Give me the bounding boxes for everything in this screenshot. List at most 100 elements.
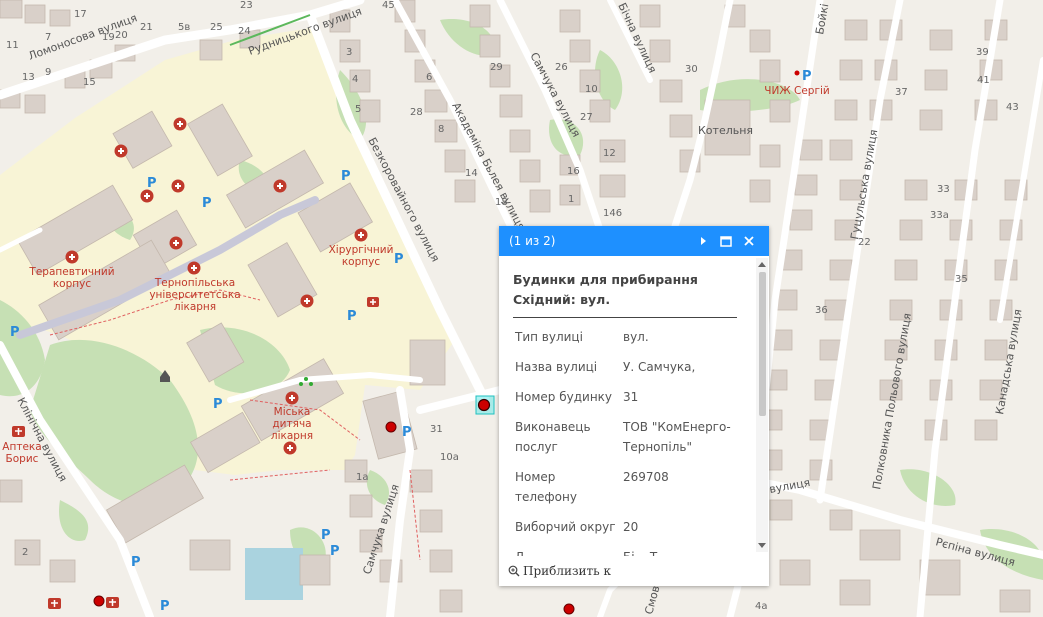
parking-icon: P bbox=[147, 176, 157, 191]
house-number: 1a bbox=[356, 472, 369, 483]
scroll-up-icon[interactable] bbox=[758, 262, 766, 267]
popup-title: Будинки для прибирання Східний: вул. bbox=[513, 270, 737, 318]
house-number: 20 bbox=[115, 30, 128, 41]
house-number: 45 bbox=[382, 0, 395, 11]
place-label: дитяча bbox=[272, 418, 311, 430]
parking-icon: P bbox=[10, 325, 20, 340]
house-number: 17 bbox=[74, 9, 87, 20]
attribute-key: Виконавець послуг bbox=[515, 420, 591, 454]
attribute-row: Д... Бі... Т... bbox=[513, 542, 737, 556]
house-number: 33a bbox=[930, 210, 949, 221]
feature-popup: (1 из 2) Будинки для прибирання Східний:… bbox=[499, 226, 769, 586]
house-number: 19 bbox=[102, 32, 115, 43]
place-label: Котельня bbox=[698, 124, 753, 137]
house-number: 21 bbox=[140, 22, 153, 33]
house-number: 31 bbox=[430, 424, 443, 435]
parking-icon: P bbox=[802, 69, 812, 84]
popup-content: Будинки для прибирання Східний: вул. Тип… bbox=[513, 270, 737, 556]
attribute-row: Назва вулиці У. Самчука, bbox=[513, 352, 737, 382]
house-number: 11 bbox=[6, 40, 19, 51]
house-number: 5в bbox=[178, 22, 190, 33]
pharmacy-icon bbox=[106, 597, 119, 608]
house-number: 12 bbox=[603, 148, 616, 159]
place-label: ЧИЖ Сергій bbox=[764, 85, 829, 97]
place-label: лікарня bbox=[174, 301, 216, 313]
hospital-icon bbox=[354, 228, 368, 242]
place-label: лікарня bbox=[271, 430, 313, 442]
attribute-key: Виборчий округ bbox=[515, 520, 616, 534]
house-number: 30 bbox=[685, 64, 698, 75]
house-number: 16 bbox=[567, 166, 580, 177]
parking-icon: P bbox=[202, 196, 212, 211]
house-number: 28 bbox=[410, 107, 423, 118]
parking-icon: P bbox=[131, 555, 141, 570]
attribute-key: Тип вулиці bbox=[515, 330, 583, 344]
red-dot-marker bbox=[385, 421, 397, 433]
place-label: Аптека bbox=[2, 441, 41, 453]
attribute-value: 20 bbox=[623, 520, 639, 534]
attribute-value: Бі... Т... bbox=[621, 542, 737, 556]
attribute-value: ТОВ "КомЕнерго-Тернопіль" bbox=[623, 420, 731, 454]
house-number: 1 bbox=[568, 194, 574, 205]
house-number: 146 bbox=[603, 208, 622, 219]
close-icon[interactable] bbox=[739, 231, 759, 251]
parking-icon: P bbox=[341, 169, 351, 184]
place-label: Борис bbox=[6, 453, 39, 465]
hospital-icon bbox=[171, 179, 185, 193]
house-number: 24 bbox=[238, 26, 251, 37]
attribute-row: Виконавець послуг ТОВ "КомЕнерго-Тернопі… bbox=[513, 412, 737, 462]
hospital-icon bbox=[283, 441, 297, 455]
pharmacy-icon bbox=[12, 426, 25, 437]
hospital-icon bbox=[173, 117, 187, 131]
house-number: 15 bbox=[83, 77, 96, 88]
house-number: 18 bbox=[495, 197, 508, 208]
house-number: 10a bbox=[440, 452, 459, 463]
popup-scrollbar[interactable] bbox=[756, 258, 768, 552]
zoom-to-button[interactable]: Приблизить к bbox=[508, 564, 611, 578]
place-label: університетська bbox=[149, 289, 240, 301]
maximize-icon[interactable] bbox=[716, 231, 736, 251]
hospital-icon bbox=[300, 294, 314, 308]
place-label: корпус bbox=[53, 278, 92, 290]
house-number: 35 bbox=[955, 274, 968, 285]
red-dot-marker bbox=[93, 595, 105, 607]
house-number: 22 bbox=[858, 237, 871, 248]
parking-icon: P bbox=[347, 309, 357, 324]
house-number: 7 bbox=[45, 32, 51, 43]
house-number: 13 bbox=[22, 72, 35, 83]
house-number: 6 bbox=[426, 72, 432, 83]
popup-footer: Приблизить к bbox=[499, 556, 769, 586]
house-number: 10 bbox=[585, 84, 598, 95]
selected-feature-marker[interactable] bbox=[475, 395, 495, 415]
popup-title-line: Східний: вул. bbox=[513, 292, 611, 307]
pond bbox=[245, 548, 303, 600]
hospital-icon bbox=[114, 144, 128, 158]
hospital-icon bbox=[273, 179, 287, 193]
scroll-down-icon[interactable] bbox=[758, 543, 766, 548]
hospital-icon bbox=[140, 189, 154, 203]
place-label: Міська bbox=[274, 406, 311, 418]
house-number: 27 bbox=[580, 112, 593, 123]
attribute-value: 269708 bbox=[623, 470, 669, 484]
parking-icon: P bbox=[321, 528, 331, 543]
house-number: 4a bbox=[755, 601, 768, 612]
parking-icon: P bbox=[213, 397, 223, 412]
next-arrow-icon[interactable] bbox=[693, 231, 713, 251]
parking-icon: P bbox=[330, 544, 340, 559]
scroll-thumb[interactable] bbox=[759, 272, 766, 416]
house-number: 26 bbox=[555, 62, 568, 73]
house-number: 2 bbox=[22, 547, 28, 558]
attribute-value: У. Самчука, bbox=[623, 360, 696, 374]
popup-body[interactable]: Будинки для прибирання Східний: вул. Тип… bbox=[499, 256, 769, 556]
place-label: Тернопільська bbox=[154, 277, 235, 289]
parking-icon: P bbox=[160, 599, 170, 614]
zoom-to-label: Приблизить к bbox=[523, 564, 612, 578]
attribute-key: Номер будинку bbox=[515, 390, 613, 404]
zoom-in-icon bbox=[508, 565, 520, 577]
popup-header: (1 из 2) bbox=[499, 226, 769, 256]
house-number: 3 bbox=[346, 47, 352, 58]
parking-icon: P bbox=[402, 425, 412, 440]
house-number: 5 bbox=[355, 104, 361, 115]
house-number: 39 bbox=[976, 47, 989, 58]
parking-icon: P bbox=[394, 252, 404, 267]
